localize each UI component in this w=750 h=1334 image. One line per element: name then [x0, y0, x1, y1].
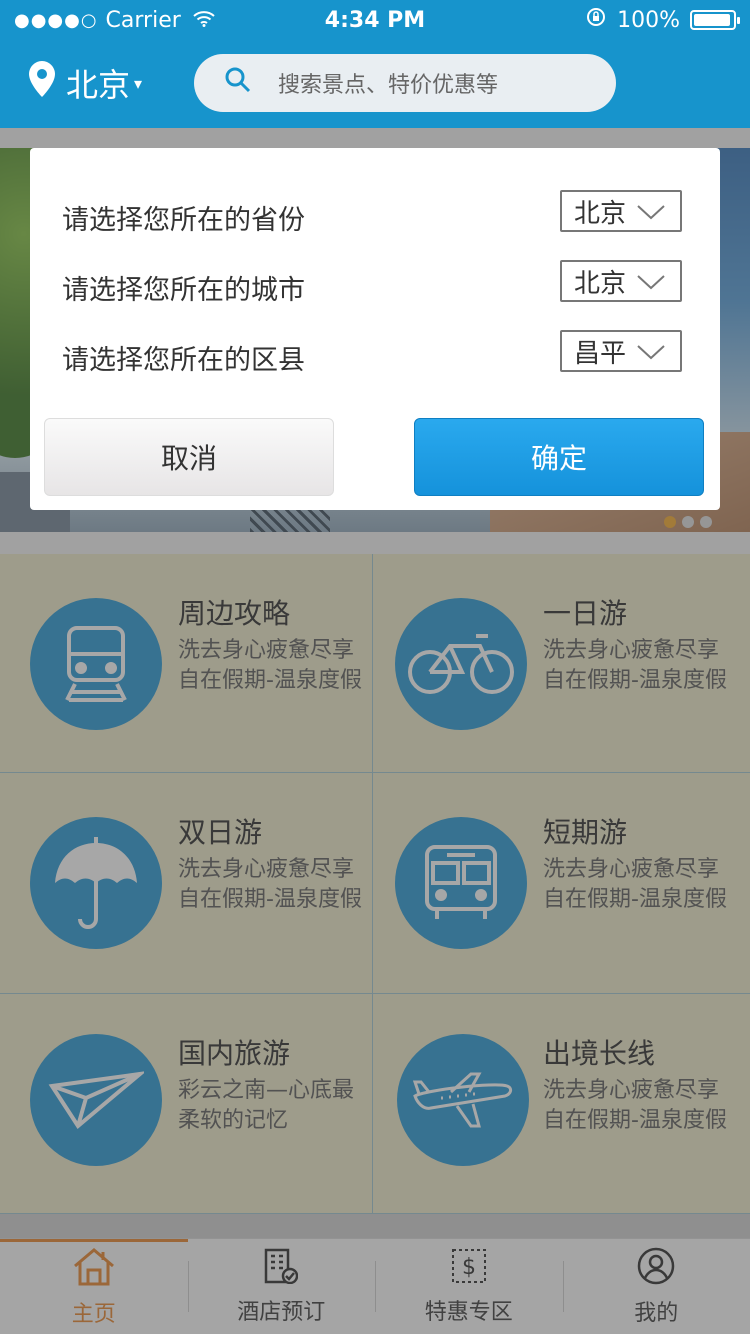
province-row: 请选择您所在的省份 北京: [62, 190, 682, 237]
search-icon: [224, 66, 278, 100]
cancel-button[interactable]: 取消: [44, 418, 334, 496]
clock: 4:34 PM: [324, 7, 426, 33]
status-bar: ●●●●○ Carrier 4:34 PM 100%: [0, 0, 750, 40]
chevron-down-icon: [637, 275, 665, 290]
district-label: 请选择您所在的区县: [62, 345, 305, 376]
district-row: 请选择您所在的区县 昌平: [62, 330, 682, 377]
confirm-button[interactable]: 确定: [414, 418, 704, 496]
app-screen: ●●●●○ Carrier 4:34 PM 100% 北京 ▾ 搜索景点、特价优…: [0, 0, 750, 1334]
battery-icon: [690, 10, 740, 30]
province-select[interactable]: 北京: [560, 190, 682, 232]
city-select[interactable]: 北京: [560, 260, 682, 302]
chevron-down-icon: [637, 205, 665, 220]
city-selector[interactable]: 北京 ▾: [28, 60, 142, 106]
top-bar: 北京 ▾ 搜索景点、特价优惠等: [0, 40, 750, 128]
city-label: 北京: [66, 66, 131, 104]
city-value: 北京: [574, 268, 627, 299]
chevron-down-icon: [637, 345, 665, 360]
province-label: 请选择您所在的省份: [62, 205, 305, 236]
city-label: 请选择您所在的城市: [62, 275, 305, 306]
city-row: 请选择您所在的城市 北京: [62, 260, 682, 307]
district-value: 昌平: [574, 338, 627, 369]
caret-down-icon: ▾: [134, 73, 143, 93]
district-select[interactable]: 昌平: [560, 330, 682, 372]
province-value: 北京: [574, 198, 627, 229]
location-picker-dialog: 请选择您所在的省份 北京 请选择您所在的城市 北京 请选择您所在的区县 昌平 取…: [30, 148, 720, 510]
search-placeholder: 搜索景点、特价优惠等: [278, 73, 499, 98]
location-pin-icon: [28, 60, 56, 106]
search-input[interactable]: 搜索景点、特价优惠等: [194, 54, 616, 112]
